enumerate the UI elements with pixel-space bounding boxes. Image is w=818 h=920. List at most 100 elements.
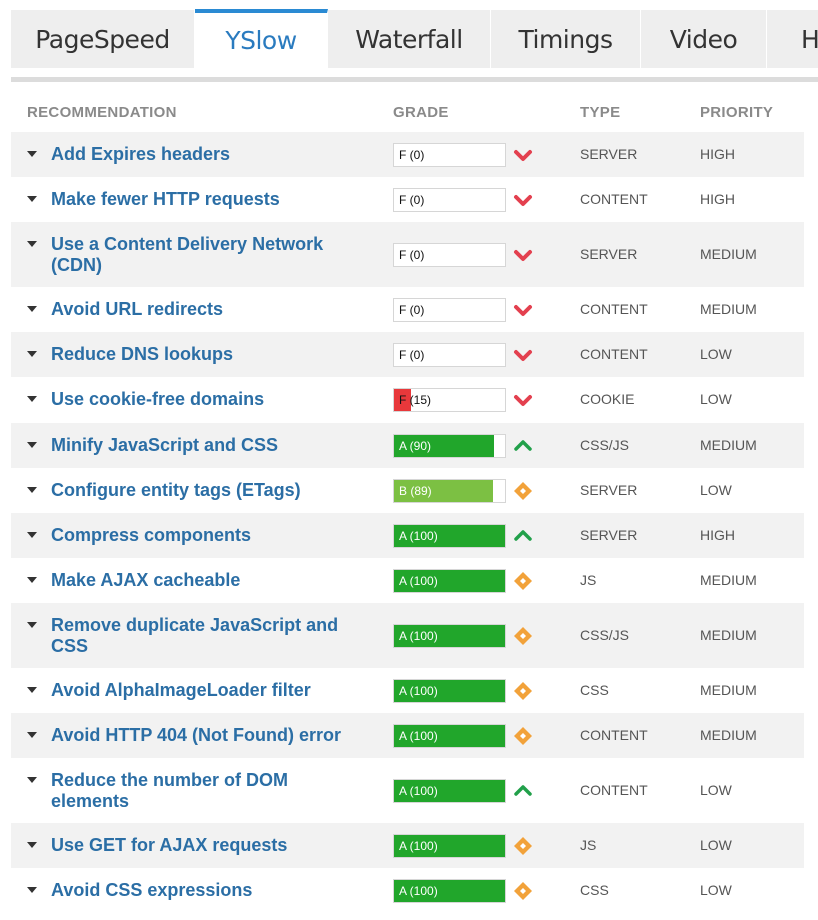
- chevron-down-icon: [514, 350, 532, 361]
- grade-bar: B (89): [393, 479, 506, 503]
- table-row[interactable]: Configure entity tags (ETags) B (89) SERVE…: [11, 468, 804, 513]
- table-row[interactable]: Make AJAX cacheable A (100) JS MEDIUM: [11, 558, 804, 603]
- chevron-down-icon: [514, 395, 532, 406]
- expand-caret-icon[interactable]: [27, 396, 37, 402]
- type-cell: CONTENT: [580, 727, 648, 743]
- expand-caret-icon[interactable]: [27, 306, 37, 312]
- table-row[interactable]: Avoid HTTP 404 (Not Found) error A (100) C…: [11, 713, 804, 758]
- expand-caret-icon[interactable]: [27, 577, 37, 583]
- grade-label: F (0): [399, 248, 425, 262]
- expand-caret-icon[interactable]: [27, 842, 37, 848]
- diamond-icon: [514, 627, 532, 645]
- chevron-up-icon: [514, 785, 532, 796]
- tab-yslow[interactable]: YSlow: [195, 9, 328, 71]
- diamond-icon: [514, 882, 532, 900]
- type-cell: CONTENT: [580, 346, 648, 362]
- recommendation-link[interactable]: Use cookie-free domains: [51, 389, 351, 410]
- expand-caret-icon[interactable]: [27, 777, 37, 783]
- type-cell: SERVER: [580, 146, 638, 162]
- expand-caret-icon[interactable]: [27, 487, 37, 493]
- grade-bar: F (0): [393, 143, 506, 167]
- type-cell: CSS: [580, 682, 609, 698]
- chevron-up-icon: [514, 440, 532, 451]
- table-row[interactable]: Reduce the number of DOM elements A (100)…: [11, 758, 804, 823]
- table-row[interactable]: Avoid URL redirects F (0) CONTENT MEDIUM: [11, 287, 804, 332]
- grade-label: B (89): [399, 484, 432, 498]
- tab-more[interactable]: H: [767, 10, 818, 68]
- expand-caret-icon[interactable]: [27, 196, 37, 202]
- tab-video[interactable]: Video: [641, 10, 767, 68]
- recommendation-link[interactable]: Compress components: [51, 525, 351, 546]
- tab-waterfall[interactable]: Waterfall: [328, 10, 491, 68]
- table-row[interactable]: Avoid CSS expressions A (100) CSS LOW: [11, 868, 804, 913]
- expand-caret-icon[interactable]: [27, 151, 37, 157]
- header-type[interactable]: TYPE: [580, 104, 620, 121]
- priority-cell: LOW: [700, 482, 732, 498]
- grade-bar: A (100): [393, 879, 506, 903]
- grade-bar: A (100): [393, 779, 506, 803]
- grade-bar: A (100): [393, 724, 506, 748]
- recommendation-link[interactable]: Avoid AlphaImageLoader filter: [51, 680, 351, 701]
- table-row[interactable]: Avoid AlphaImageLoader filter A (100) CSS M…: [11, 668, 804, 713]
- recommendation-link[interactable]: Use a Content Delivery Network (CDN): [51, 234, 351, 276]
- grade-label: A (100): [399, 839, 438, 853]
- table-row[interactable]: Use GET for AJAX requests A (100) JS LOW: [11, 823, 804, 868]
- expand-caret-icon[interactable]: [27, 442, 37, 448]
- tab-timings[interactable]: Timings: [491, 10, 641, 68]
- table-row[interactable]: Minify JavaScript and CSS A (90) CSS/JS MED…: [11, 423, 804, 468]
- grade-label: F (0): [399, 193, 425, 207]
- expand-caret-icon[interactable]: [27, 687, 37, 693]
- recommendation-link[interactable]: Minify JavaScript and CSS: [51, 435, 351, 456]
- table-row[interactable]: Remove duplicate JavaScript and CSS A (10…: [11, 603, 804, 668]
- expand-caret-icon[interactable]: [27, 532, 37, 538]
- table-header: RECOMMENDATION GRADE TYPE PRIORITY: [11, 96, 804, 128]
- recommendation-link[interactable]: Avoid HTTP 404 (Not Found) error: [51, 725, 351, 746]
- table-row[interactable]: Make fewer HTTP requests F (0) CONTENT HIGH: [11, 177, 804, 222]
- expand-caret-icon[interactable]: [27, 732, 37, 738]
- priority-cell: LOW: [700, 391, 732, 407]
- priority-cell: LOW: [700, 837, 732, 853]
- header-grade[interactable]: GRADE: [393, 104, 449, 121]
- grade-label: F (15): [399, 393, 432, 407]
- header-recommendation[interactable]: RECOMMENDATION: [27, 104, 177, 121]
- table-row[interactable]: Use a Content Delivery Network (CDN) F (0…: [11, 222, 804, 287]
- tab-pagespeed[interactable]: PageSpeed: [11, 10, 195, 68]
- table-row[interactable]: Reduce DNS lookups F (0) CONTENT LOW: [11, 332, 804, 377]
- table-row[interactable]: Compress components A (100) SERVER HIGH: [11, 513, 804, 558]
- recommendation-link[interactable]: Remove duplicate JavaScript and CSS: [51, 615, 351, 657]
- expand-caret-icon[interactable]: [27, 887, 37, 893]
- expand-caret-icon[interactable]: [27, 351, 37, 357]
- priority-cell: MEDIUM: [700, 572, 757, 588]
- table-row[interactable]: Use cookie-free domains F (15) COOKIE LOW: [11, 377, 804, 422]
- header-priority[interactable]: PRIORITY: [700, 104, 773, 121]
- grade-label: A (100): [399, 529, 438, 543]
- grade-bar: F (0): [393, 298, 506, 322]
- recommendation-link[interactable]: Reduce DNS lookups: [51, 344, 351, 365]
- priority-cell: MEDIUM: [700, 437, 757, 453]
- table-row[interactable]: Add Expires headers F (0) SERVER HIGH: [11, 132, 804, 177]
- type-cell: COOKIE: [580, 391, 635, 407]
- priority-cell: LOW: [700, 782, 732, 798]
- recommendation-link[interactable]: Configure entity tags (ETags): [51, 480, 351, 501]
- type-cell: CSS: [580, 882, 609, 898]
- chevron-up-icon: [514, 530, 532, 541]
- recommendation-link[interactable]: Make fewer HTTP requests: [51, 189, 351, 210]
- grade-label: A (100): [399, 629, 438, 643]
- grade-bar: A (100): [393, 569, 506, 593]
- expand-caret-icon[interactable]: [27, 241, 37, 247]
- priority-cell: MEDIUM: [700, 301, 757, 317]
- expand-caret-icon[interactable]: [27, 622, 37, 628]
- chevron-down-icon: [514, 305, 532, 316]
- type-cell: CONTENT: [580, 782, 648, 798]
- priority-cell: MEDIUM: [700, 627, 757, 643]
- type-cell: CSS/JS: [580, 627, 630, 643]
- type-cell: SERVER: [580, 482, 638, 498]
- priority-cell: HIGH: [700, 146, 735, 162]
- recommendation-link[interactable]: Reduce the number of DOM elements: [51, 770, 351, 812]
- recommendation-link[interactable]: Avoid CSS expressions: [51, 880, 351, 901]
- recommendation-link[interactable]: Make AJAX cacheable: [51, 570, 351, 591]
- recommendation-link[interactable]: Add Expires headers: [51, 144, 351, 165]
- recommendation-link[interactable]: Avoid URL redirects: [51, 299, 351, 320]
- recommendation-link[interactable]: Use GET for AJAX requests: [51, 835, 351, 856]
- diamond-icon: [514, 837, 532, 855]
